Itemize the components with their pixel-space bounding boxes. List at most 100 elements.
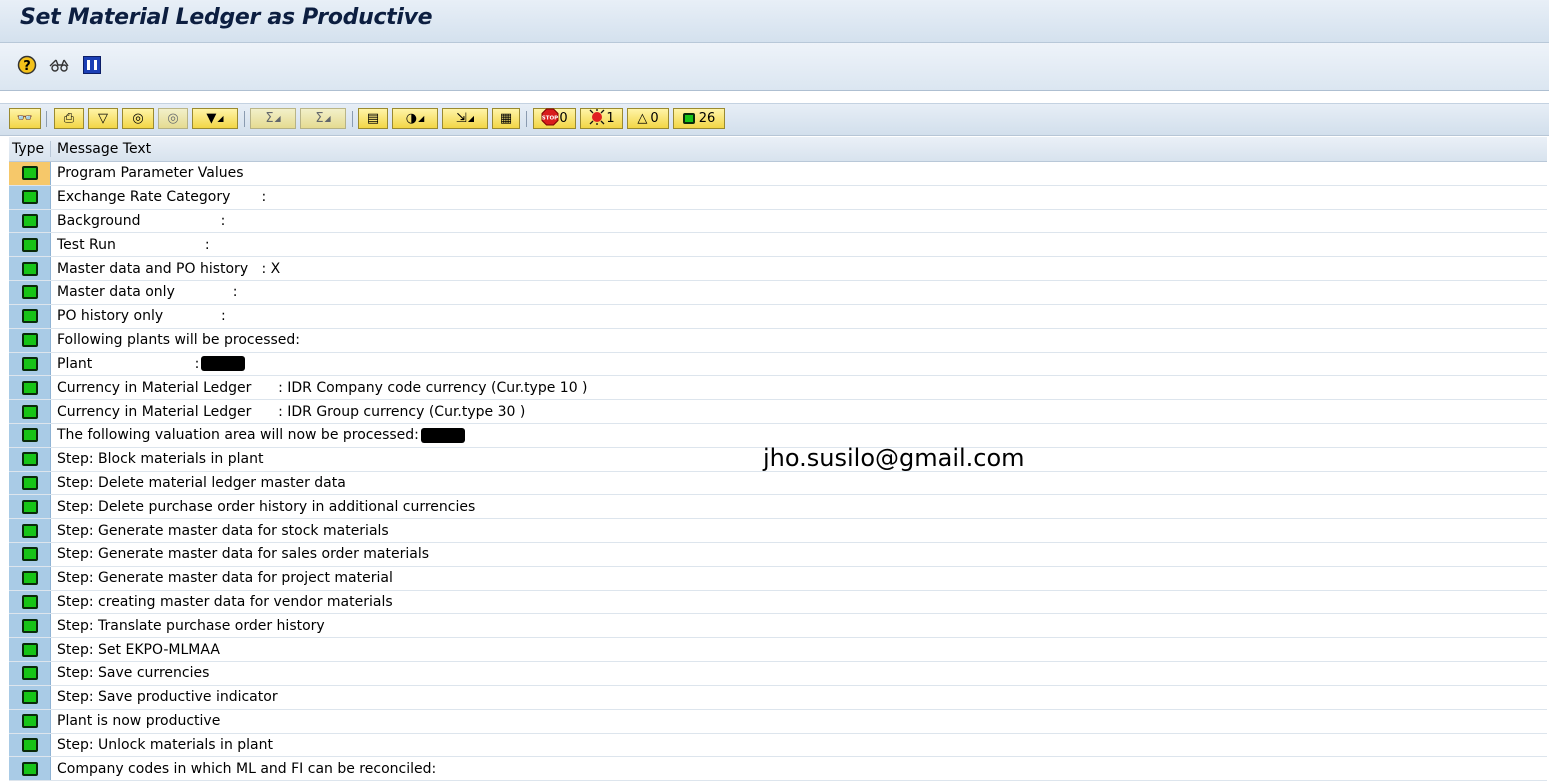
row-type-cell[interactable] [9,328,51,352]
row-message-cell[interactable]: Plant : [51,352,1547,376]
row-type-cell[interactable] [9,162,51,185]
table-row[interactable]: Step: Save currencies [9,662,1547,686]
table-row[interactable]: Following plants will be processed: [9,328,1547,353]
success-count-button[interactable]: 26 [673,108,725,129]
table-row[interactable]: Step: Set EKPO-MLMAA [9,638,1547,663]
row-type-cell[interactable] [9,352,51,376]
row-message-cell[interactable]: Currency in Material Ledger : IDR Compan… [51,376,1547,400]
table-row[interactable]: Step: Save productive indicator [9,685,1547,710]
table-row[interactable]: Step: Generate master data for stock mat… [9,519,1547,543]
row-message-cell[interactable]: PO history only : [51,304,1547,328]
row-type-cell[interactable] [9,400,51,423]
row-type-cell[interactable] [9,566,51,590]
table-row[interactable]: Step: Translate purchase order history [9,614,1547,639]
table-row[interactable]: Master data only : [9,281,1547,305]
table-row[interactable]: Program Parameter Values [9,162,1547,186]
layout-button[interactable]: ◑ ◢ [392,108,438,129]
row-type-cell[interactable] [9,447,51,471]
table-row[interactable]: Plant is now productive [9,709,1547,734]
table-row[interactable]: Step: Generate master data for sales ord… [9,543,1547,567]
error-count-button[interactable]: STOP 0 [533,108,576,129]
warning-count-button[interactable]: △ 0 [627,108,669,129]
row-type-cell[interactable] [9,662,51,685]
row-message-cell[interactable]: Following plants will be processed: [51,328,1547,352]
find-next-button[interactable]: ◎ [158,108,188,129]
column-header-type[interactable]: Type [9,141,51,157]
row-type-cell[interactable] [9,590,51,614]
row-type-cell[interactable] [9,209,51,233]
column-header-message-text[interactable]: Message Text [51,141,151,157]
row-type-cell[interactable] [9,709,51,733]
table-row[interactable]: Plant : [9,352,1547,377]
subtotal-button[interactable]: Σ ◢ [300,108,346,129]
help-icon[interactable]: ? [17,55,37,75]
table-row[interactable]: Exchange Rate Category : [9,185,1547,210]
row-message-cell[interactable]: Step: Delete material ledger master data [51,471,1547,495]
row-message-cell[interactable]: Program Parameter Values [51,162,1547,185]
warning-red-count-button[interactable]: 1 [580,108,623,129]
row-message-cell[interactable]: Step: Generate master data for project m… [51,566,1547,590]
export-button[interactable]: ⇲ ◢ [442,108,488,129]
row-message-cell[interactable]: Step: creating master data for vendor ma… [51,590,1547,614]
row-type-cell[interactable] [9,495,51,519]
row-message-cell[interactable]: Step: Translate purchase order history [51,614,1547,638]
table-row[interactable]: Step: creating master data for vendor ma… [9,590,1547,615]
row-type-cell[interactable] [9,281,51,304]
table-row[interactable]: PO history only : [9,304,1547,329]
glasses-icon[interactable] [48,55,69,75]
row-type-cell[interactable] [9,638,51,662]
table-row[interactable]: Company codes in which ML and FI can be … [9,757,1547,781]
table-row[interactable]: Step: Delete purchase order history in a… [9,495,1547,520]
row-type-cell[interactable] [9,233,51,257]
table-row[interactable]: Master data and PO history : X [9,257,1547,282]
row-type-cell[interactable] [9,614,51,638]
row-type-cell[interactable] [9,471,51,495]
row-message-cell[interactable]: Exchange Rate Category : [51,185,1547,209]
row-message-cell[interactable]: Step: Save productive indicator [51,685,1547,709]
row-message-cell[interactable]: Step: Generate master data for sales ord… [51,543,1547,566]
row-type-cell[interactable] [9,257,51,281]
row-type-cell[interactable] [9,376,51,400]
table-row[interactable]: Step: Unlock materials in plant [9,733,1547,758]
table-row[interactable]: Step: Delete material ledger master data [9,471,1547,496]
table-row[interactable]: Currency in Material Ledger : IDR Group … [9,400,1547,424]
row-type-cell[interactable] [9,304,51,328]
row-message-cell[interactable]: Test Run : [51,233,1547,257]
row-message-cell[interactable]: Currency in Material Ledger : IDR Group … [51,400,1547,423]
sort-button[interactable]: ▽ [88,108,118,129]
grid-button[interactable]: ▦ [492,108,520,129]
print-preview-button[interactable]: ▤ [358,108,388,129]
message-text: Step: Generate master data for sales ord… [57,546,430,563]
message-text: Step: Generate master data for stock mat… [57,522,389,539]
row-message-cell[interactable]: Background : [51,209,1547,233]
row-type-cell[interactable] [9,543,51,566]
details-button[interactable]: 👓 [9,108,41,129]
row-type-cell[interactable] [9,185,51,209]
row-message-cell[interactable]: Step: Set EKPO-MLMAA [51,638,1547,662]
row-message-cell[interactable]: Step: Generate master data for stock mat… [51,519,1547,542]
row-message-cell[interactable]: Master data only : [51,281,1547,304]
table-row[interactable]: Test Run : [9,233,1547,258]
row-message-cell[interactable]: Step: Unlock materials in plant [51,733,1547,757]
table-row[interactable]: Step: Generate master data for project m… [9,566,1547,591]
success-status-icon [21,452,38,467]
row-type-cell[interactable] [9,519,51,542]
row-type-cell[interactable] [9,757,51,781]
total-button[interactable]: Σ ◢ [250,108,296,129]
row-message-cell[interactable]: Master data and PO history : X [51,257,1547,281]
row-message-cell[interactable]: Company codes in which ML and FI can be … [51,757,1547,781]
row-type-cell[interactable] [9,423,51,447]
filter-button[interactable]: ▼ ◢ [192,108,238,129]
info-icon[interactable] [82,55,102,75]
print-button[interactable]: ⎙ [54,108,84,129]
table-row[interactable]: Background : [9,209,1547,234]
row-type-cell[interactable] [9,733,51,757]
row-message-cell[interactable]: Plant is now productive [51,709,1547,733]
table-row[interactable]: Currency in Material Ledger : IDR Compan… [9,376,1547,401]
message-text: Following plants will be processed: [57,332,301,349]
row-type-cell[interactable] [9,685,51,709]
row-message-cell[interactable]: Step: Delete purchase order history in a… [51,495,1547,519]
row-message-cell[interactable]: Step: Save currencies [51,662,1547,685]
find-button[interactable]: ◎ [122,108,154,129]
message-text: Exchange Rate Category : [57,189,267,206]
